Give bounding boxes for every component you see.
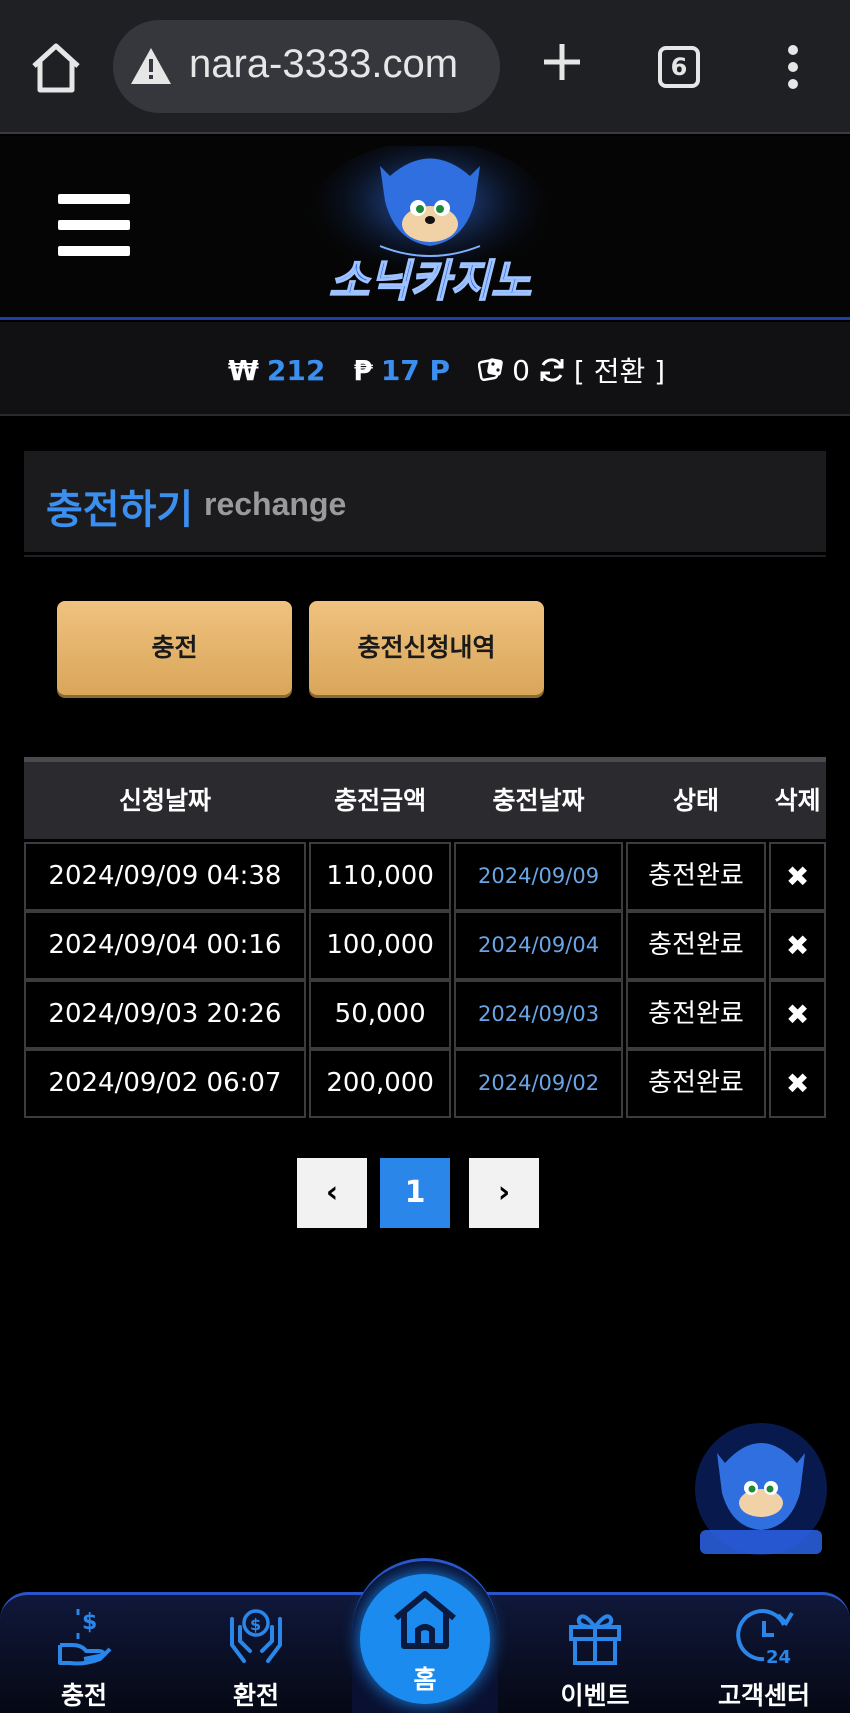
cell-request-date: 2024/09/04 00:16 [24,911,306,980]
nav-home[interactable]: 홈 [360,1574,490,1704]
point-symbol: ₱ [353,353,373,387]
nav-charge-label: 충전 [60,1681,107,1710]
switch-button[interactable]: [ 전환 ] [574,350,665,390]
nav-support[interactable]: 24 고객센터 [694,1605,834,1713]
cell-charge-date: 2024/09/09 [454,842,623,911]
balance-bar: ₩ 212 ₱ 17 P 0 [ 전환 ] [0,322,850,416]
svg-text:24: 24 [766,1647,791,1667]
nav-event[interactable]: 이벤트 [525,1605,665,1713]
charge-history-button[interactable]: 충전신청내역 [309,601,544,695]
cell-request-date: 2024/09/03 20:26 [24,980,306,1049]
cell-request-date: 2024/09/09 04:38 [24,842,306,911]
support-24-icon: 24 [736,1609,794,1667]
page-title: 충전하기 [46,487,194,533]
svg-text:$: $ [250,1615,261,1634]
cell-charge-date: 2024/09/04 [454,911,623,980]
header-charge-date: 충전날짜 [492,786,585,815]
page-1-button[interactable]: 1 [380,1158,450,1228]
charge-hand-icon: $ [58,1609,112,1666]
cell-amount: 200,000 [308,1049,452,1118]
nav-home-label: 홈 [413,1665,437,1694]
browser-toolbar: nara-3333.com 6 [0,0,850,134]
cell-status: 충전완료 [625,842,767,911]
cell-status: 충전완료 [625,911,767,980]
section-title-bar: 충전하기 rechange [24,451,826,552]
new-tab-icon[interactable] [540,40,584,84]
prev-page-button[interactable]: ‹ [297,1158,367,1228]
table-row: 2024/09/04 00:16 100,000 2024/09/04 충전완료… [24,911,826,980]
browser-home-icon[interactable] [28,40,84,96]
page-subtitle: rechange [204,486,347,522]
cell-request-date: 2024/09/02 06:07 [24,1049,306,1118]
exchange-hands-icon: $ [230,1609,282,1663]
tab-switcher-button[interactable]: 6 [658,46,700,88]
delete-icon[interactable]: ✖ [769,1049,826,1118]
url-text[interactable]: nara-3333.com [189,42,485,87]
cell-amount: 100,000 [308,911,452,980]
header-request-date: 신청날짜 [118,786,211,815]
refresh-icon[interactable] [538,356,566,384]
charge-history-table: 신청날짜 충전금액 충전날짜 상태 삭제 2024/09/09 04:38 11… [24,757,826,1118]
divider [24,555,826,557]
cell-status: 충전완료 [625,1049,767,1118]
floating-mascot-icon[interactable] [690,1418,832,1560]
dice-icon [478,358,503,382]
gift-icon [569,1614,621,1665]
warning-icon[interactable] [129,46,173,86]
site-logo[interactable]: 소닉카지노 [280,146,580,316]
cell-amount: 50,000 [308,980,452,1049]
cell-charge-date: 2024/09/03 [454,980,623,1049]
svg-text:소닉카지노: 소닉카지노 [329,256,532,307]
cell-charge-date: 2024/09/02 [454,1049,623,1118]
delete-icon[interactable]: ✖ [769,980,826,1049]
cell-status: 충전완료 [625,980,767,1049]
hamburger-menu-icon[interactable] [58,194,130,256]
nav-charge[interactable]: $ 충전 [14,1605,154,1713]
address-bar[interactable]: nara-3333.com [113,20,500,113]
more-menu-icon[interactable] [784,44,802,90]
charge-button[interactable]: 충전 [57,601,292,695]
header-status: 상태 [672,786,719,815]
next-page-button[interactable]: › [469,1158,539,1228]
point-balance: 17 P [380,353,451,387]
table-row: 2024/09/03 20:26 50,000 2024/09/03 충전완료 … [24,980,826,1049]
nav-exchange[interactable]: $ 환전 [186,1605,326,1713]
delete-icon[interactable]: ✖ [769,842,826,911]
table-row: 2024/09/02 06:07 200,000 2024/09/02 충전완료… [24,1049,826,1118]
won-symbol: ₩ [228,353,259,387]
site-header: 소닉카지노 [0,136,850,320]
delete-icon[interactable]: ✖ [769,911,826,980]
nav-exchange-label: 환전 [232,1681,279,1710]
home-icon [394,1591,456,1649]
money-balance: 212 [266,353,326,387]
nav-support-label: 고객센터 [717,1681,810,1710]
svg-text:$: $ [82,1610,97,1635]
table-header: 신청날짜 충전금액 충전날짜 상태 삭제 [24,757,826,839]
header-delete: 삭제 [774,786,821,815]
cell-amount: 110,000 [308,842,452,911]
dice-balance: 0 [512,353,530,387]
table-row: 2024/09/09 04:38 110,000 2024/09/09 충전완료… [24,842,826,911]
nav-event-label: 이벤트 [560,1681,630,1710]
header-amount: 충전금액 [334,786,427,815]
